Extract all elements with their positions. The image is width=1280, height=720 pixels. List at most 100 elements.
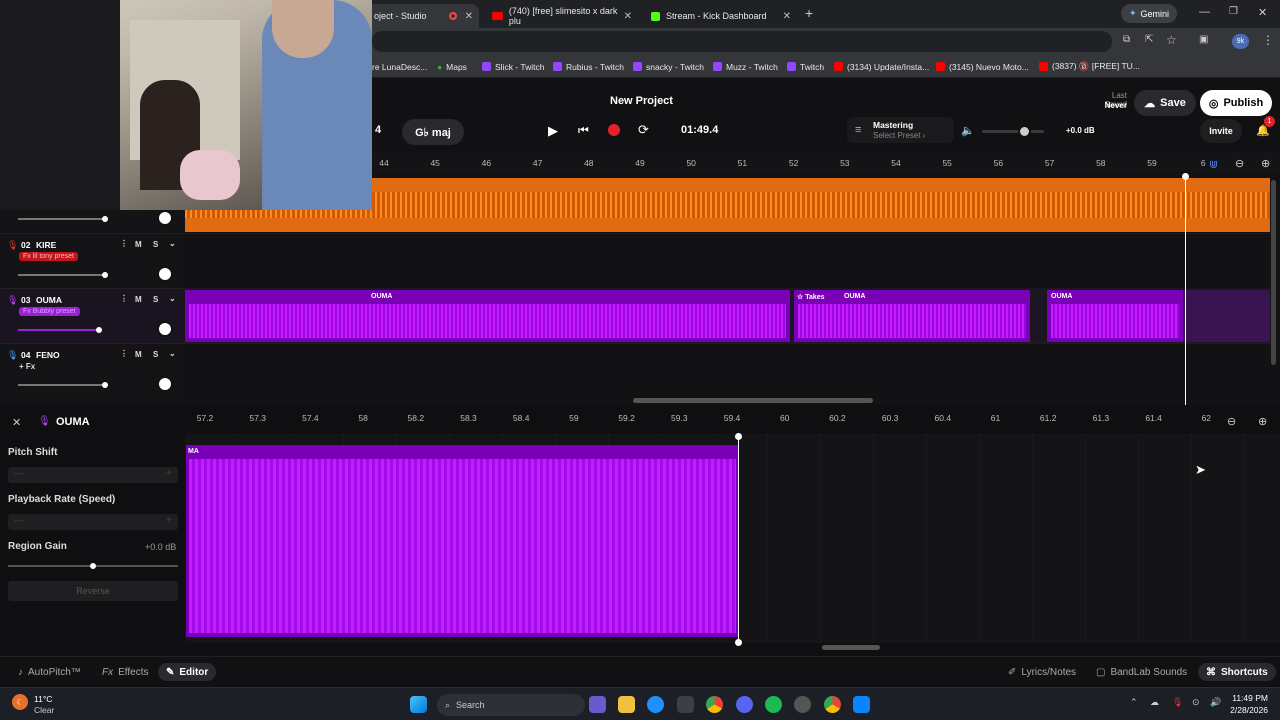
- key-button[interactable]: G♭ maj: [402, 119, 464, 145]
- obs-icon[interactable]: [794, 696, 811, 713]
- record-icon[interactable]: [608, 124, 620, 136]
- close-window-icon[interactable]: ✕: [1258, 6, 1267, 19]
- vertical-scrollbar[interactable]: [1271, 180, 1276, 365]
- close-tab-icon[interactable]: ✕: [624, 11, 632, 22]
- taskbar-search[interactable]: ⌕ Search: [437, 694, 585, 716]
- bandlab-sounds-button[interactable]: ▢ BandLab Sounds: [1088, 663, 1195, 681]
- audio-region[interactable]: OUMA: [185, 290, 790, 342]
- zoom-in-icon[interactable]: ⊕: [1261, 157, 1270, 170]
- weather-icon[interactable]: ☾: [12, 694, 28, 710]
- skip-back-icon[interactable]: ⏮: [578, 123, 589, 138]
- track-menu-icon[interactable]: ⋮: [120, 349, 128, 358]
- url-field[interactable]: [372, 31, 1112, 52]
- master-volume-thumb[interactable]: [1018, 125, 1032, 138]
- takes-badge[interactable]: ☆ Takes: [797, 293, 825, 301]
- snap-magnet-icon[interactable]: ⋓: [1209, 158, 1218, 171]
- horizontal-scrollbar[interactable]: [633, 398, 873, 403]
- new-tab-button[interactable]: +: [805, 5, 813, 21]
- editor-playhead[interactable]: [738, 433, 739, 643]
- bookmark-item[interactable]: ● Maps: [437, 55, 467, 78]
- sidepanel-icon[interactable]: ▣: [1199, 34, 1208, 45]
- slider-thumb[interactable]: [102, 272, 108, 278]
- effects-button[interactable]: Fx Effects: [94, 663, 157, 681]
- shortcuts-button[interactable]: ⌘ Shortcuts: [1198, 663, 1276, 681]
- slider-thumb[interactable]: [96, 327, 102, 333]
- editor-ruler[interactable]: 57.2 57.3 57.4 58 58.2 58.3 58.4 59 59.2 59.3 59.4…: [185, 405, 1280, 431]
- chrome-icon[interactable]: [706, 696, 723, 713]
- track-lane-03[interactable]: OUMA ☆ Takes OUMA OUMA: [185, 288, 1270, 343]
- plus-icon[interactable]: +: [166, 468, 172, 479]
- minimize-icon[interactable]: —: [1199, 6, 1210, 18]
- maximize-icon[interactable]: ❐: [1229, 6, 1238, 17]
- edge-icon[interactable]: [647, 696, 664, 713]
- editor-button[interactable]: ✎ Editor: [158, 663, 217, 681]
- discord-icon[interactable]: [736, 696, 753, 713]
- bookmark-item[interactable]: Muzz - Twitch: [713, 55, 778, 78]
- copilot-icon[interactable]: [589, 696, 606, 713]
- audio-region[interactable]: OUMA: [1047, 290, 1183, 342]
- mic-icon[interactable]: 🎙: [1172, 697, 1183, 708]
- bookmark-star-icon[interactable]: ☆: [1166, 33, 1177, 47]
- bpm-field[interactable]: 4: [375, 124, 381, 136]
- editor-playhead-handle[interactable]: [735, 433, 742, 440]
- add-fx-button[interactable]: + Fx: [19, 362, 35, 371]
- bookmark-item[interactable]: (3145) Nuevo Moto...: [936, 55, 1029, 78]
- track-volume-slider[interactable]: [18, 216, 108, 222]
- playback-rate-stepper[interactable]: — +: [8, 514, 178, 530]
- mute-button[interactable]: M: [135, 240, 142, 249]
- invite-button[interactable]: Invite: [1200, 119, 1242, 143]
- tab-kick[interactable]: Stream - Kick Dashboard ✕: [643, 4, 797, 28]
- tab-youtube[interactable]: (740) [free] slimesito x dark plu ✕: [484, 4, 638, 28]
- translate-icon[interactable]: ⧉: [1123, 34, 1130, 45]
- fx-preset-badge[interactable]: Fx lil tony preset: [19, 252, 78, 261]
- track-menu-icon[interactable]: ⋮: [120, 239, 128, 248]
- profile-avatar[interactable]: 9k: [1232, 34, 1249, 49]
- track-menu-icon[interactable]: ⋮: [120, 294, 128, 303]
- reverse-button[interactable]: Reverse: [8, 581, 178, 601]
- track-volume-slider[interactable]: [18, 272, 108, 278]
- bookmark-item[interactable]: (3837) 🔞 [FREE] TU...: [1039, 55, 1140, 78]
- bookmark-item[interactable]: re LunaDesc...: [372, 55, 427, 78]
- plus-icon[interactable]: +: [166, 515, 172, 526]
- chevron-down-icon[interactable]: ⌄: [169, 294, 176, 303]
- mute-button[interactable]: M: [135, 350, 142, 359]
- mastering-button[interactable]: ≡ Mastering Select Preset ›: [847, 117, 954, 143]
- pan-knob[interactable]: [157, 210, 173, 226]
- track-name[interactable]: KIRE: [36, 240, 56, 250]
- gemini-button[interactable]: ✦ Gemini: [1121, 4, 1178, 23]
- slider-thumb[interactable]: [90, 563, 96, 569]
- menu-dots-icon[interactable]: ⋮: [1262, 33, 1274, 47]
- slider-thumb[interactable]: [102, 382, 108, 388]
- track-lane-04[interactable]: [185, 343, 1270, 398]
- bookmark-item[interactable]: Slick - Twitch: [482, 55, 544, 78]
- minus-icon[interactable]: —: [14, 468, 23, 478]
- track-volume-slider[interactable]: [18, 327, 102, 333]
- speaker-mute-icon[interactable]: 🔈: [961, 124, 975, 137]
- project-title[interactable]: New Project: [610, 95, 673, 107]
- app-icon[interactable]: [853, 696, 870, 713]
- chrome-icon[interactable]: [824, 696, 841, 713]
- autopitch-button[interactable]: ♪ AutoPitch™: [10, 663, 89, 681]
- zoom-out-icon[interactable]: ⊖: [1227, 415, 1236, 428]
- bookmark-item[interactable]: Twitch: [787, 55, 824, 78]
- track-volume-slider[interactable]: [18, 382, 108, 388]
- loop-icon[interactable]: ⟳: [638, 122, 649, 138]
- editor-audio-region[interactable]: MA: [186, 445, 739, 637]
- pan-knob[interactable]: [157, 376, 173, 392]
- track-name[interactable]: OUMA: [36, 295, 62, 305]
- spotify-icon[interactable]: [765, 696, 782, 713]
- chevron-up-icon[interactable]: ⌃: [1130, 697, 1138, 708]
- fx-preset-badge[interactable]: Fx Bubbly preset: [19, 307, 80, 316]
- region-gain-slider[interactable]: [8, 563, 178, 569]
- pan-knob[interactable]: [157, 321, 173, 337]
- save-button[interactable]: ☁ Save: [1134, 90, 1196, 116]
- mute-button[interactable]: M: [135, 295, 142, 304]
- bookmark-item[interactable]: Rubius - Twitch: [553, 55, 624, 78]
- chevron-down-icon[interactable]: ⌄: [169, 239, 176, 248]
- clock-time[interactable]: 11:49 PM: [1228, 693, 1268, 703]
- play-icon[interactable]: ▶: [548, 123, 558, 139]
- close-tab-icon[interactable]: ✕: [465, 11, 473, 22]
- zoom-in-icon[interactable]: ⊕: [1258, 415, 1267, 428]
- chevron-down-icon[interactable]: ⌄: [169, 349, 176, 358]
- close-editor-icon[interactable]: ✕: [12, 416, 21, 429]
